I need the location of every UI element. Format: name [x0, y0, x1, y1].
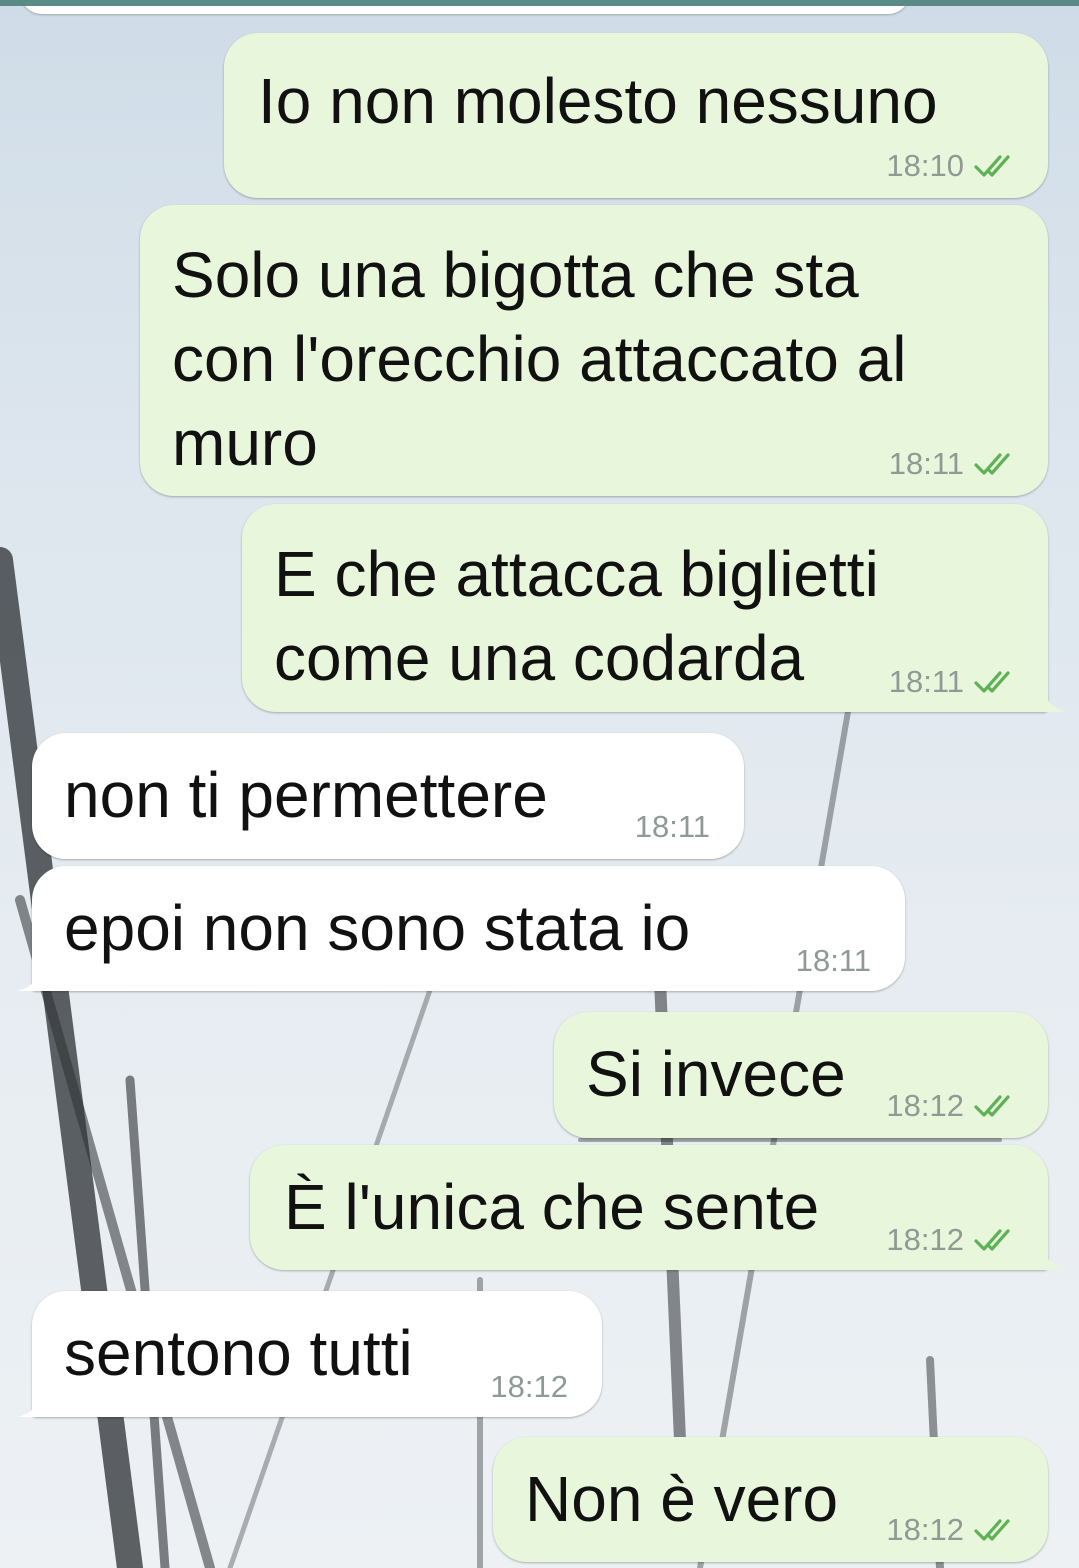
- message-time: 18:11: [888, 664, 964, 699]
- outgoing-message[interactable]: Io non molesto nessuno 18:10: [224, 33, 1048, 198]
- message-list[interactable]: Io non molesto nessuno 18:10 Solo una bi…: [0, 0, 1079, 1568]
- double-check-icon: [974, 153, 1020, 179]
- message-time: 18:10: [886, 148, 964, 183]
- message-time: 18:12: [886, 1088, 964, 1123]
- message-text: Io non molesto nessuno: [258, 65, 938, 137]
- incoming-message[interactable]: non ti permettere 18:11: [32, 733, 744, 859]
- outgoing-message[interactable]: Solo una bigotta che sta con l'orecchio …: [140, 205, 1048, 496]
- message-text: Non è vero: [525, 1463, 839, 1535]
- message-time: 18:11: [795, 943, 871, 978]
- message-text: sentono tutti: [64, 1317, 413, 1389]
- message-text: È l'unica che sente: [284, 1171, 820, 1243]
- bubble-tail: [1040, 1240, 1066, 1270]
- message-time: 18:12: [886, 1512, 964, 1547]
- message-time: 18:12: [490, 1369, 568, 1404]
- message-text: E che attacca biglietti come una codarda: [274, 538, 879, 694]
- outgoing-message[interactable]: Si invece 18:12: [554, 1012, 1048, 1138]
- bubble-tail: [1040, 682, 1066, 712]
- incoming-message[interactable]: sentono tutti 18:12: [32, 1291, 602, 1417]
- message-text: Solo una bigotta che sta con l'orecchio …: [172, 239, 907, 479]
- double-check-icon: [974, 1093, 1020, 1119]
- double-check-icon: [974, 1517, 1020, 1543]
- outgoing-message[interactable]: E che attacca biglietti come una codarda…: [242, 504, 1048, 712]
- incoming-message[interactable]: epoi non sono stata io 18:11: [32, 866, 905, 991]
- bubble-tail: [18, 1387, 44, 1417]
- message-text: Si invece: [586, 1038, 846, 1110]
- outgoing-message[interactable]: È l'unica che sente 18:12: [250, 1145, 1048, 1270]
- message-time: 18:11: [888, 446, 964, 481]
- message-text: epoi non sono stata io: [64, 892, 691, 964]
- double-check-icon: [974, 451, 1020, 477]
- message-time: 18:11: [634, 809, 710, 844]
- bubble-tail: [18, 961, 44, 991]
- double-check-icon: [974, 1227, 1020, 1253]
- message-time: 18:12: [886, 1222, 964, 1257]
- double-check-icon: [974, 669, 1020, 695]
- outgoing-message[interactable]: Non è vero 18:12: [493, 1437, 1048, 1562]
- message-text: non ti permettere: [64, 759, 548, 831]
